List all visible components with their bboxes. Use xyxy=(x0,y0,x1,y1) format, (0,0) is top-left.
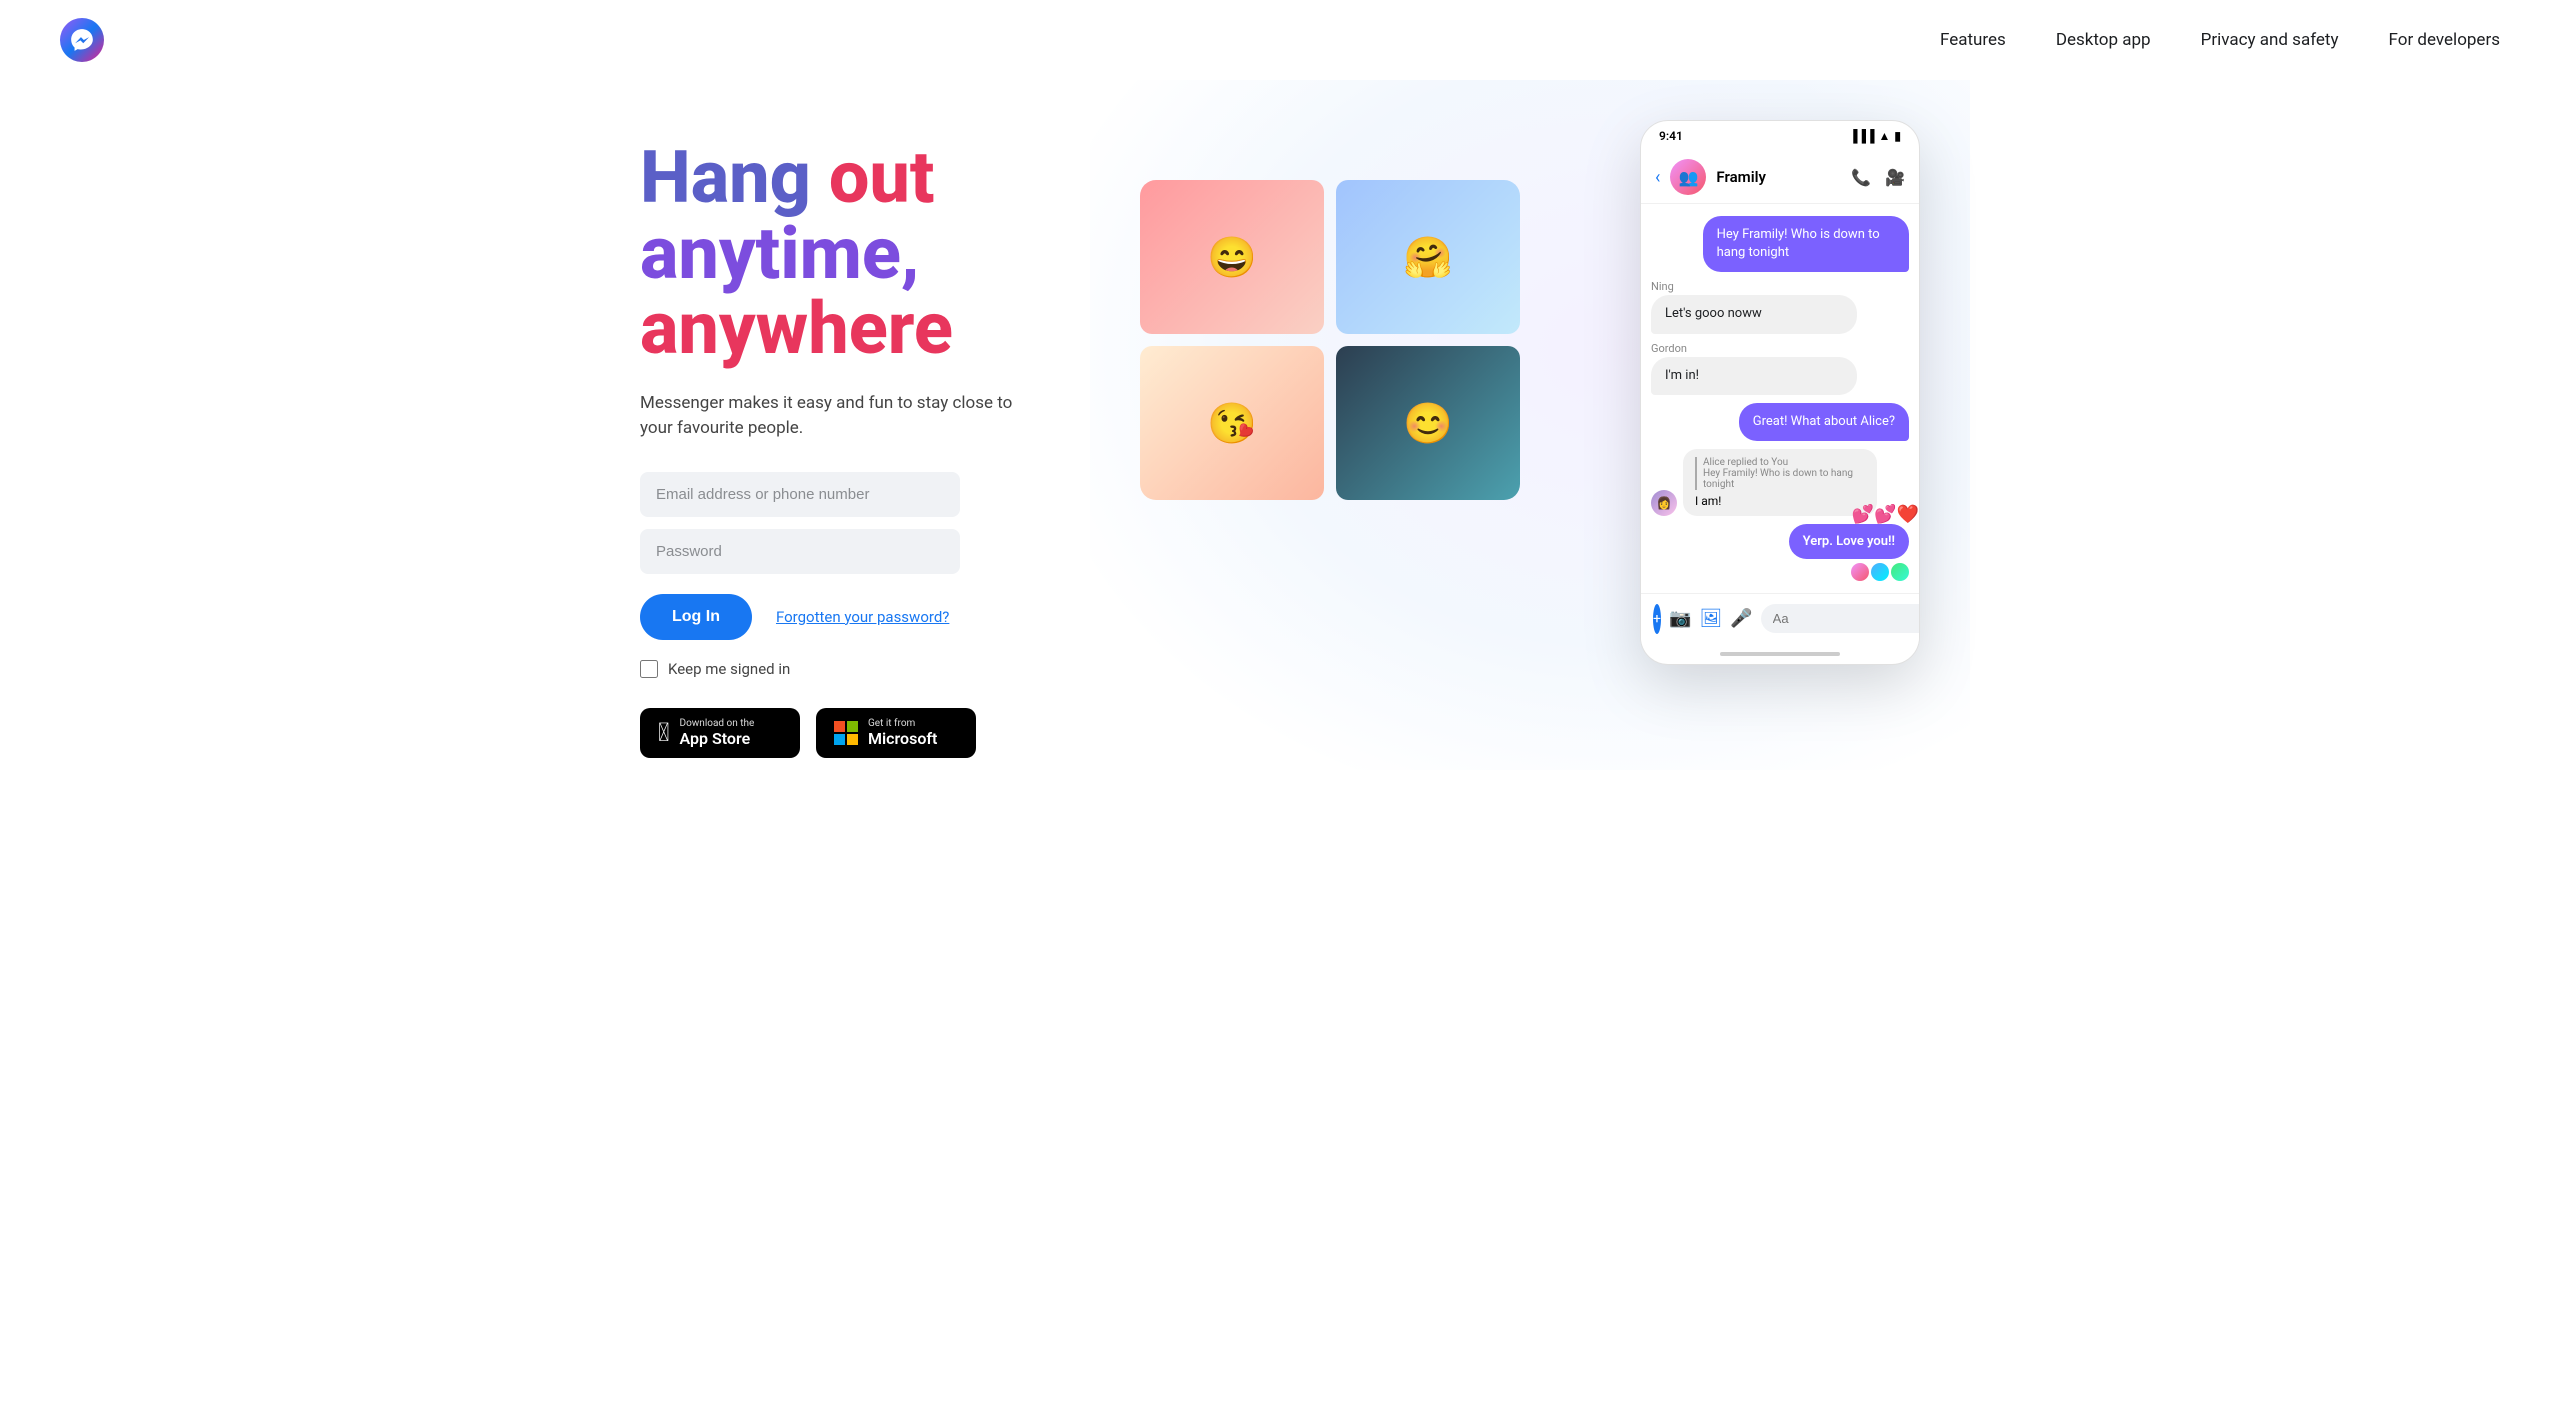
phone-call-icon[interactable]: 📞 xyxy=(1851,168,1871,187)
alice-mini-avatar: 👩 xyxy=(1651,490,1677,516)
signal-icon: ▐▐▐ xyxy=(1849,129,1875,143)
keep-signed-label: Keep me signed in xyxy=(668,660,790,678)
reply-to-label: Alice replied to You Hey Framily! Who is… xyxy=(1695,457,1865,490)
message-3-group: Gordon I'm in! xyxy=(1651,342,1909,395)
message-3-received: I'm in! xyxy=(1651,357,1857,395)
microsoft-logo-icon xyxy=(834,721,858,745)
reply-message-text: I am! xyxy=(1695,494,1721,508)
microsoft-badge-big: Microsoft xyxy=(868,729,937,748)
hero-word-hang: Hang xyxy=(640,135,811,220)
seen-avatar-1 xyxy=(1851,563,1869,581)
hearts-bubble: Yerp. Love you!! xyxy=(1789,524,1909,559)
password-input[interactable] xyxy=(640,529,960,574)
app-downloads:  Download on the App Store Get it from … xyxy=(640,708,1100,758)
nav-features[interactable]: Features xyxy=(1940,30,2006,50)
phone-status-icons: ▐▐▐ ▲ ▮ xyxy=(1849,129,1901,143)
apple-store-badge[interactable]:  Download on the App Store xyxy=(640,708,800,758)
hero-word-out: out xyxy=(829,135,935,220)
video-cell-4: 😊 xyxy=(1336,346,1520,500)
phone-mockup: 9:41 ▐▐▐ ▲ ▮ ‹ 👥 Framily 📞 🎥 xyxy=(1640,120,1920,665)
messenger-logo-icon xyxy=(60,18,104,62)
wifi-icon: ▲ xyxy=(1879,129,1891,143)
phone-input-bar: + 📷 🖼 🎤 🙂 👍 xyxy=(1641,593,1919,644)
nav-desktop-app[interactable]: Desktop app xyxy=(2056,30,2151,50)
floating-hearts-icon: 💕💕❤️ xyxy=(1852,504,1919,525)
back-button[interactable]: ‹ xyxy=(1655,167,1660,188)
seen-avatars xyxy=(1789,563,1909,581)
phone-time: 9:41 xyxy=(1659,129,1683,143)
contact-avatar: 👥 xyxy=(1670,159,1706,195)
forgot-password-link[interactable]: Forgotten your password? xyxy=(776,608,949,626)
phone-header-actions: 📞 🎥 xyxy=(1851,168,1905,187)
nav-links: Features Desktop app Privacy and safety … xyxy=(1940,30,2500,50)
add-icon[interactable]: + xyxy=(1653,604,1661,634)
keep-signed-checkbox[interactable] xyxy=(640,660,658,678)
nav-privacy-safety[interactable]: Privacy and safety xyxy=(2201,30,2339,50)
video-call-grid: 😄 🤗 😘 😊 xyxy=(1140,180,1520,500)
video-cell-3: 😘 xyxy=(1140,346,1324,500)
message-3-sender: Gordon xyxy=(1651,342,1909,355)
nav-for-developers[interactable]: For developers xyxy=(2389,30,2500,50)
hero-word-anytime: anytime, xyxy=(640,211,920,296)
navbar: Features Desktop app Privacy and safety … xyxy=(0,0,2560,80)
main-content: Hang out anytime, anywhere Messenger mak… xyxy=(580,80,1980,818)
message-1-sent: Hey Framily! Who is down to hang tonight xyxy=(1703,216,1909,272)
microsoft-store-badge[interactable]: Get it from Microsoft xyxy=(816,708,976,758)
logo[interactable] xyxy=(60,18,104,62)
phone-header: ‹ 👥 Framily 📞 🎥 xyxy=(1641,151,1919,204)
apple-badge-small: Download on the xyxy=(680,718,755,729)
video-cell-2: 🤗 xyxy=(1336,180,1520,334)
message-2-received: Let's gooo noww xyxy=(1651,295,1857,333)
phone-text-input[interactable] xyxy=(1761,604,1920,633)
message-4-sent: Great! What about Alice? xyxy=(1739,403,1909,441)
hero-title: Hang out anytime, anywhere xyxy=(640,140,1100,367)
keep-signed-container: Keep me signed in xyxy=(640,660,1100,678)
message-5-reply: Alice replied to You Hey Framily! Who is… xyxy=(1683,449,1877,516)
video-call-icon[interactable]: 🎥 xyxy=(1885,168,1905,187)
home-indicator xyxy=(1720,652,1840,656)
microsoft-badge-small: Get it from xyxy=(868,718,937,729)
login-form xyxy=(640,472,1100,574)
apple-badge-big: App Store xyxy=(680,729,755,748)
message-6-hearts: 💕💕❤️ Yerp. Love you!! xyxy=(1789,524,1909,581)
login-button[interactable]: Log In xyxy=(640,594,752,640)
phone-messages: Hey Framily! Who is down to hang tonight… xyxy=(1641,204,1919,593)
video-cell-1: 😄 xyxy=(1140,180,1324,334)
phone-status-bar: 9:41 ▐▐▐ ▲ ▮ xyxy=(1641,121,1919,151)
email-input[interactable] xyxy=(640,472,960,517)
battery-icon: ▮ xyxy=(1894,129,1901,143)
seen-avatar-3 xyxy=(1891,563,1909,581)
message-2-sender: Ning xyxy=(1651,280,1909,293)
hero-subtitle: Messenger makes it easy and fun to stay … xyxy=(640,391,1020,442)
camera-icon[interactable]: 📷 xyxy=(1669,608,1691,629)
form-actions: Log In Forgotten your password? xyxy=(640,594,1100,640)
apple-icon:  xyxy=(658,718,670,748)
left-panel: Hang out anytime, anywhere Messenger mak… xyxy=(640,120,1100,758)
message-2-group: Ning Let's gooo noww xyxy=(1651,280,1909,333)
hearts-text: Yerp. Love you!! xyxy=(1803,534,1895,549)
contact-name: Framily xyxy=(1716,168,1841,186)
seen-avatar-2 xyxy=(1871,563,1889,581)
hero-word-anywhere: anywhere xyxy=(640,286,953,371)
image-icon[interactable]: 🖼 xyxy=(1699,608,1722,629)
microphone-icon[interactable]: 🎤 xyxy=(1730,608,1752,629)
right-panel: 😄 🤗 😘 😊 9:41 ▐▐▐ ▲ ▮ xyxy=(1140,120,1920,720)
